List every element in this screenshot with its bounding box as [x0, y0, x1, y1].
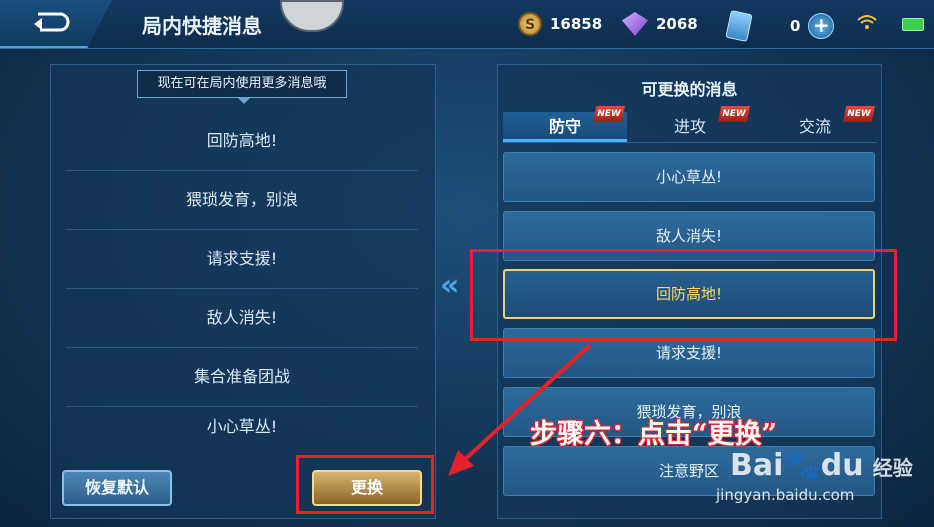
watermark-brand-2: du — [820, 448, 864, 483]
paw-icon: 🐾 — [783, 448, 821, 483]
watermark-brand: Bai — [730, 448, 784, 483]
baidu-watermark: Bai🐾du 经验 — [730, 448, 913, 483]
watermark-product: 经验 — [872, 456, 913, 480]
tutorial-step-text: 步骤六：点击“更换” — [530, 419, 778, 450]
watermark-url: jingyan.baidu.com — [716, 486, 855, 504]
